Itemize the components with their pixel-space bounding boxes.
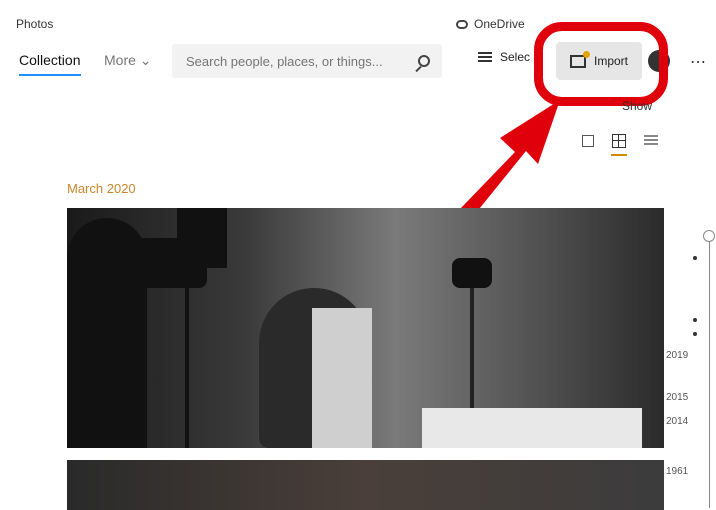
tab-more[interactable]: More ⌄ [104,52,152,69]
month-heading: March 2020 [67,181,136,196]
active-tab-indicator [19,74,81,76]
timeline-year[interactable]: 2019 [666,350,688,361]
grid-view-toggle[interactable] [611,134,627,156]
timeline-handle[interactable] [703,230,715,242]
timeline-year[interactable]: 2014 [666,416,688,427]
timeline-year[interactable]: 1961 [666,466,688,477]
photo-thumbnail[interactable] [67,460,664,510]
tab-collection[interactable]: Collection [19,52,81,76]
grid-view-icon [612,134,626,148]
tab-collection-label: Collection [19,52,81,68]
timeline-scrubber[interactable]: 2019 2015 2014 1961 [666,230,716,508]
timeline-marker [693,256,697,260]
active-view-indicator [611,154,627,156]
photo-thumbnail[interactable] [67,208,664,448]
search-input[interactable] [184,52,418,70]
list-view-icon[interactable] [644,135,658,147]
cloud-icon [456,19,468,29]
timeline-marker [693,332,697,336]
timeline-year[interactable]: 2015 [666,392,688,403]
large-view-icon[interactable] [582,135,594,147]
onedrive-status[interactable]: OneDrive [456,17,525,31]
search-box[interactable] [172,44,442,78]
more-options-icon[interactable]: ⋯ [690,52,707,72]
timeline-track [709,238,710,508]
onedrive-label: OneDrive [474,17,525,31]
view-switcher [582,134,658,156]
slideshow-button[interactable]: Show [622,99,652,113]
timeline-marker [693,318,697,322]
app-title: Photos [16,17,54,31]
